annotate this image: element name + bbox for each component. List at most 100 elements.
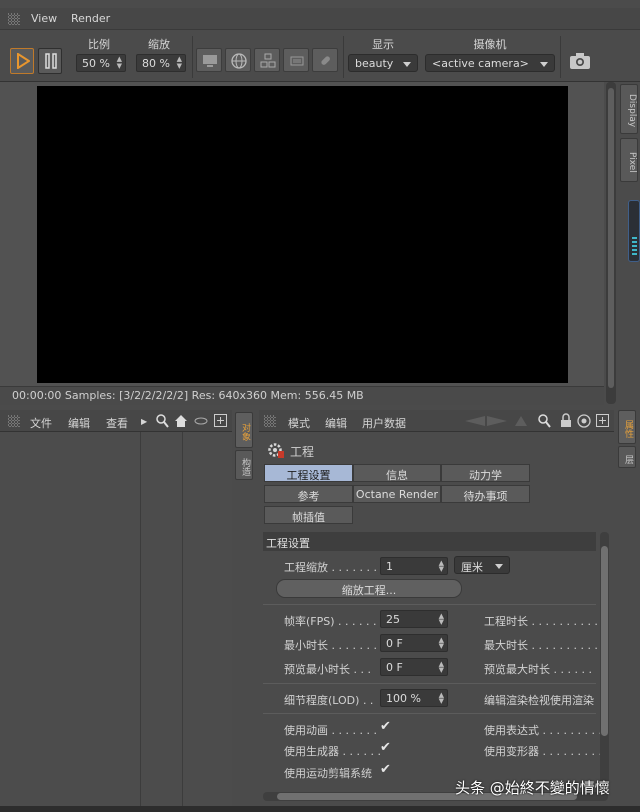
scrollbar-thumb[interactable] — [601, 546, 608, 736]
tab-pixel[interactable]: Pixel — [620, 138, 638, 182]
max-time-label: 最大时长 . . . . . . . . . . — [484, 639, 598, 652]
watermark-text: 头条 @始終不變的情懷 — [455, 779, 610, 797]
monitor-button[interactable] — [196, 48, 222, 72]
lod-value: 100 % — [386, 692, 421, 705]
menu-render[interactable]: Render — [71, 12, 110, 25]
eye-icon[interactable] — [194, 416, 208, 426]
spinner-arrows-icon[interactable]: ▲ ▼ — [177, 56, 182, 70]
scale-value: 50 % — [82, 57, 110, 70]
grip-icon[interactable] — [264, 415, 276, 427]
spinner-arrows-icon[interactable]: ▲ ▼ — [439, 692, 444, 705]
use-generators-checkbox[interactable]: ✔ — [380, 740, 391, 755]
search-icon[interactable] — [156, 414, 169, 428]
project-gear-icon — [268, 443, 284, 458]
fps-input[interactable]: 25 ▲ ▼ — [380, 610, 448, 628]
tab-dynamics[interactable]: 动力学 — [441, 464, 530, 482]
viewport-scrollbar[interactable] — [606, 82, 616, 404]
lock-icon[interactable] — [560, 413, 572, 428]
tab-attributes[interactable]: 属性 — [618, 410, 636, 444]
divider — [192, 36, 193, 78]
lod-input[interactable]: 100 % ▲ ▼ — [380, 689, 448, 707]
tab-structure[interactable]: 构造 — [235, 450, 253, 480]
object-list[interactable] — [0, 432, 232, 812]
frame-button[interactable] — [283, 48, 309, 72]
display-dropdown[interactable]: beauty — [348, 54, 418, 72]
menu-more-arrow-icon[interactable]: ▶ — [141, 417, 147, 426]
tab-frame-interpolation[interactable]: 帧插值 — [264, 506, 353, 524]
add-panel-icon[interactable] — [214, 414, 227, 427]
menu-view[interactable]: View — [31, 12, 57, 25]
spinner-arrows-icon[interactable]: ▲ ▼ — [439, 637, 444, 650]
chevron-down-icon — [403, 62, 411, 67]
spinner-arrows-icon[interactable]: ▲ ▼ — [117, 56, 122, 70]
monitor-icon — [203, 55, 217, 67]
spinner-arrows-icon[interactable]: ▲ ▼ — [439, 661, 444, 674]
globe-button[interactable] — [225, 48, 251, 72]
menu-view-objects[interactable]: 查看 — [106, 415, 128, 431]
zoom-label: 缩放 — [148, 38, 170, 51]
use-animation-checkbox[interactable]: ✔ — [380, 719, 391, 734]
unit-dropdown[interactable]: 厘米 — [454, 556, 510, 574]
camera-dropdown[interactable]: <active camera> — [425, 54, 555, 72]
project-scale-value: 1 — [386, 560, 393, 573]
scale-label: 比例 — [88, 38, 110, 51]
use-expressions-label: 使用表达式 . . . . . . . . . — [484, 724, 602, 737]
bottom-border — [0, 806, 640, 812]
scrollbar-thumb[interactable] — [608, 88, 614, 388]
nav-arrows-icon[interactable] — [463, 414, 529, 428]
camera-label: 摄像机 — [473, 38, 507, 51]
region-button[interactable] — [254, 48, 280, 72]
grip-icon[interactable] — [8, 13, 20, 25]
menu-edit[interactable]: 编辑 — [68, 415, 90, 431]
use-motion-system-checkbox[interactable]: ✔ — [380, 762, 391, 777]
scale-project-button[interactable]: 缩放工程... — [276, 579, 462, 598]
spinner-arrows-icon[interactable]: ▲ ▼ — [439, 560, 444, 573]
camera-value: <active camera> — [432, 57, 529, 70]
pause-button[interactable] — [38, 48, 62, 74]
tab-objects[interactable]: 对象 — [235, 412, 253, 448]
add-panel-icon[interactable] — [596, 414, 609, 427]
menu-file[interactable]: 文件 — [30, 415, 52, 431]
object-title: 工程 — [290, 445, 315, 459]
render-output[interactable] — [37, 86, 568, 383]
use-deformers-label: 使用变形器 . . . . . . . . . — [484, 745, 602, 758]
attribute-manager-menubar: 模式 编辑 用户数据 — [259, 410, 614, 432]
menu-mode[interactable]: 模式 — [288, 415, 310, 431]
zoom-spinner[interactable]: 80 % ▲ ▼ — [136, 54, 186, 72]
project-time-label: 工程时长 . . . . . . . . . . — [484, 615, 598, 628]
camera-icon[interactable] — [569, 52, 591, 70]
min-time-input[interactable]: 0 F ▲ ▼ — [380, 634, 448, 652]
target-icon[interactable] — [577, 414, 591, 428]
object-manager-menubar: 文件 编辑 查看 ▶ — [0, 410, 232, 432]
pick-material-button[interactable] — [312, 48, 338, 72]
render-status: 00:00:00 Samples: [3/2/2/2/2/2] Res: 640… — [0, 386, 604, 405]
spinner-arrows-icon[interactable]: ▲ ▼ — [439, 613, 444, 626]
pause-icon — [45, 53, 57, 69]
attribute-vertical-scrollbar[interactable] — [600, 532, 609, 790]
scale-spinner[interactable]: 50 % ▲ ▼ — [76, 54, 126, 72]
home-icon[interactable] — [174, 414, 188, 428]
unit-value: 厘米 — [461, 561, 483, 574]
tab-octane-render[interactable]: Octane Render — [353, 485, 441, 503]
search-icon[interactable] — [538, 414, 551, 428]
menu-user-data[interactable]: 用户数据 — [362, 415, 406, 431]
preview-min-value: 0 F — [386, 661, 403, 674]
project-scale-label: 工程缩放 . . . . . . . — [284, 561, 377, 574]
tab-display[interactable]: Display — [620, 84, 638, 134]
fps-label: 帧率(FPS) . . . . . . — [284, 615, 377, 628]
separator — [263, 683, 596, 684]
tab-reference[interactable]: 参考 — [264, 485, 353, 503]
preview-min-input[interactable]: 0 F ▲ ▼ — [380, 658, 448, 676]
tab-todo[interactable]: 待办事项 — [441, 485, 530, 503]
level-meter — [628, 200, 640, 262]
grip-icon[interactable] — [8, 415, 20, 427]
tab-project-settings[interactable]: 工程设置 — [264, 464, 353, 482]
tab-layers[interactable]: 层 — [618, 446, 636, 468]
play-button[interactable] — [10, 48, 34, 74]
project-scale-input[interactable]: 1 ▲ ▼ — [380, 557, 448, 575]
menu-edit-attr[interactable]: 编辑 — [325, 415, 347, 431]
viewer-menubar: View Render — [0, 8, 640, 30]
level-meter-bars — [632, 237, 637, 255]
min-time-value: 0 F — [386, 637, 403, 650]
tab-info[interactable]: 信息 — [353, 464, 441, 482]
